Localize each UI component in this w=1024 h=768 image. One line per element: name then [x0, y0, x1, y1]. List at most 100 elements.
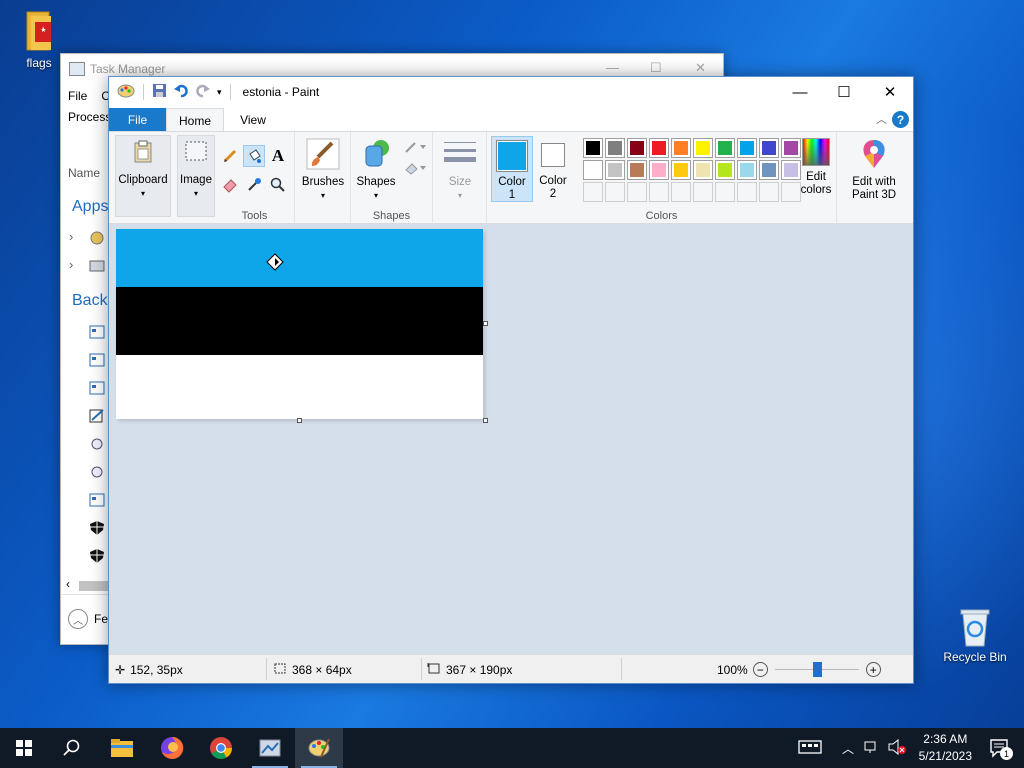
- clipboard-icon: [134, 140, 152, 163]
- taskbar-file-explorer[interactable]: [98, 728, 146, 768]
- desktop-icon-recycle-bin[interactable]: Recycle Bin: [938, 604, 1012, 664]
- palette-swatch[interactable]: [715, 138, 735, 158]
- palette-swatch-empty[interactable]: [759, 182, 779, 202]
- palette-swatch[interactable]: [693, 138, 713, 158]
- shapes-button[interactable]: Shapes ▾: [351, 138, 401, 202]
- volume-muted-icon[interactable]: [888, 738, 907, 758]
- menu-file[interactable]: File: [68, 89, 87, 103]
- customize-qat-icon[interactable]: ▾: [217, 87, 222, 98]
- palette-swatch[interactable]: [671, 138, 691, 158]
- chevron-right-icon[interactable]: ›: [69, 229, 73, 244]
- tab-view[interactable]: View: [224, 108, 282, 131]
- text-icon[interactable]: A: [267, 145, 289, 167]
- palette-swatch[interactable]: [583, 138, 603, 158]
- flag-band-blue[interactable]: [116, 229, 483, 287]
- zoom-slider-thumb[interactable]: [812, 662, 822, 677]
- palette-swatch[interactable]: [737, 160, 757, 180]
- search-button[interactable]: [48, 728, 96, 768]
- eraser-icon[interactable]: [219, 174, 241, 196]
- start-button[interactable]: [0, 728, 48, 768]
- maximize-icon[interactable]: ☐: [821, 77, 867, 107]
- color1-button[interactable]: Color 1: [491, 136, 533, 202]
- edit-with-paint3d-button[interactable]: Edit with Paint 3D: [839, 138, 909, 202]
- network-icon[interactable]: [864, 740, 880, 757]
- taskbar-firefox[interactable]: [148, 728, 196, 768]
- undo-icon[interactable]: [173, 83, 189, 101]
- resize-handle-right[interactable]: [483, 321, 488, 326]
- palette-swatch-empty[interactable]: [737, 182, 757, 202]
- taskbar-screenshot-app[interactable]: [246, 728, 294, 768]
- chevron-up-icon[interactable]: ︿: [68, 609, 88, 629]
- palette-swatch-empty[interactable]: [605, 182, 625, 202]
- column-header-name[interactable]: Name: [68, 166, 100, 180]
- canvas-area[interactable]: [109, 224, 913, 654]
- minimize-icon[interactable]: —: [777, 77, 823, 107]
- close-icon[interactable]: ✕: [867, 77, 913, 107]
- pencil-icon[interactable]: [219, 145, 241, 167]
- palette-swatch[interactable]: [715, 160, 735, 180]
- palette-swatch[interactable]: [737, 138, 757, 158]
- palette-swatch-empty[interactable]: [627, 182, 647, 202]
- tab-file[interactable]: File: [109, 108, 166, 131]
- minimize-icon[interactable]: —: [606, 60, 619, 75]
- clock[interactable]: 2:36 AM 5/21/2023: [919, 731, 972, 765]
- paint-titlebar[interactable]: ▾ estonia - Paint — ☐ ✕: [109, 77, 913, 107]
- save-icon[interactable]: [152, 83, 167, 101]
- palette-swatch[interactable]: [605, 138, 625, 158]
- maximize-icon[interactable]: ☐: [650, 60, 662, 76]
- palette-swatch[interactable]: [649, 160, 669, 180]
- palette-swatch[interactable]: [759, 160, 779, 180]
- palette-swatch[interactable]: [671, 160, 691, 180]
- palette-swatch-empty[interactable]: [649, 182, 669, 202]
- palette-swatch[interactable]: [649, 138, 669, 158]
- zoom-slider[interactable]: [773, 662, 861, 677]
- palette-swatch[interactable]: [693, 160, 713, 180]
- chevron-up-icon[interactable]: ︿: [842, 740, 854, 757]
- chevron-right-icon[interactable]: ›: [69, 257, 73, 272]
- help-icon[interactable]: ?: [892, 111, 909, 128]
- redo-icon[interactable]: [195, 83, 211, 101]
- flag-band-black[interactable]: [116, 287, 483, 355]
- flag-band-white[interactable]: [116, 355, 483, 419]
- notification-center-button[interactable]: 1: [976, 728, 1024, 768]
- fill-icon[interactable]: [243, 145, 265, 167]
- taskbar-chrome[interactable]: [197, 728, 245, 768]
- color-picker-icon[interactable]: [243, 174, 265, 196]
- palette-swatch[interactable]: [605, 160, 625, 180]
- palette-swatch-empty[interactable]: [583, 182, 603, 202]
- image-button[interactable]: Image ▾: [177, 140, 215, 200]
- palette-swatch[interactable]: [627, 160, 647, 180]
- clipboard-button[interactable]: Clipboard ▾: [115, 140, 171, 200]
- tab-processes[interactable]: Process: [68, 110, 111, 124]
- paint-window[interactable]: ▾ estonia - Paint — ☐ ✕ File Home View ︿…: [108, 76, 914, 684]
- scroll-left-icon[interactable]: ‹: [66, 577, 70, 591]
- shape-fill-icon[interactable]: [401, 157, 431, 179]
- colors-group-label: Colors: [645, 210, 678, 222]
- taskbar-paint[interactable]: [295, 728, 343, 768]
- paint-app-icon[interactable]: [117, 83, 135, 102]
- brushes-button[interactable]: Brushes ▾: [295, 138, 351, 202]
- edit-colors-button[interactable]: Edit colors: [795, 138, 837, 197]
- tab-home[interactable]: Home: [166, 108, 224, 132]
- zoom-in-icon[interactable]: +: [865, 662, 881, 677]
- horizontal-scrollbar[interactable]: ‹: [61, 577, 111, 593]
- outline-icon[interactable]: [401, 136, 431, 158]
- resize-handle-corner[interactable]: [483, 418, 488, 423]
- collapse-ribbon-icon[interactable]: ︿: [876, 111, 887, 127]
- palette-swatch[interactable]: [627, 138, 647, 158]
- resize-handle-bottom[interactable]: [297, 418, 302, 423]
- palette-swatch-empty[interactable]: [671, 182, 691, 202]
- keyboard-icon[interactable]: [798, 739, 822, 758]
- magnifier-icon[interactable]: [267, 174, 289, 196]
- zoom-out-icon[interactable]: −: [752, 662, 768, 677]
- zoom-level: 100%: [717, 662, 748, 677]
- size-button[interactable]: Size ▾: [433, 138, 487, 202]
- close-icon[interactable]: ✕: [695, 60, 706, 76]
- palette-swatch-empty[interactable]: [715, 182, 735, 202]
- status-selection-size: 368 × 64px: [273, 655, 352, 684]
- palette-swatch[interactable]: [583, 160, 603, 180]
- color2-button[interactable]: Color 2: [533, 136, 573, 202]
- canvas-image[interactable]: [116, 229, 483, 419]
- palette-swatch[interactable]: [759, 138, 779, 158]
- palette-swatch-empty[interactable]: [693, 182, 713, 202]
